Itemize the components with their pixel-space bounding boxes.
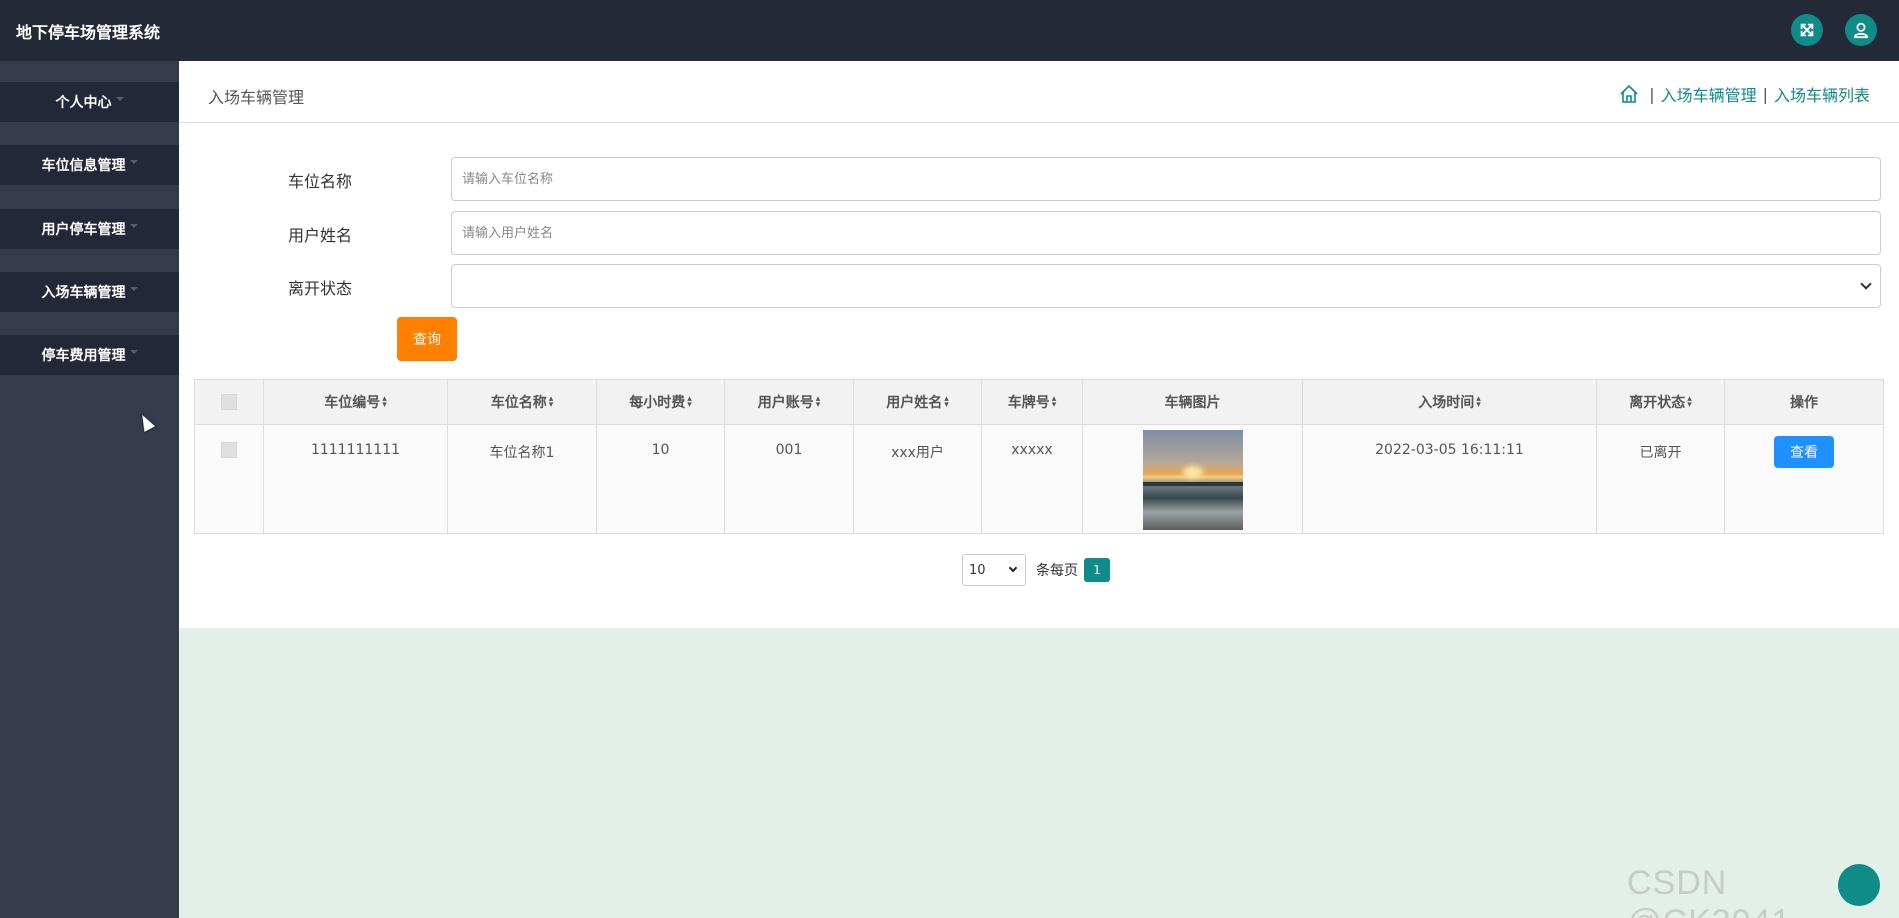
sidebar-item-vehicle-entry[interactable]: 入场车辆管理: [0, 272, 179, 312]
chevron-down-icon: [1008, 563, 1018, 573]
sidebar-item-label: 车位信息管理: [41, 158, 126, 174]
page-title: 入场车辆管理: [208, 88, 305, 107]
sidebar-item-label: 停车费用管理: [41, 348, 126, 364]
fullscreen-button[interactable]: [1791, 14, 1823, 46]
header-account[interactable]: 用户账号 ▴ ▾: [725, 380, 854, 424]
header-user-name[interactable]: 用户姓名 ▴ ▾: [854, 380, 982, 424]
header-label: 车牌号: [1007, 395, 1050, 411]
breadcrumb-level2[interactable]: 入场车辆列表: [1774, 82, 1870, 106]
header-vehicle-image: 车辆图片: [1083, 380, 1303, 424]
user-button[interactable]: [1845, 14, 1877, 46]
leave-status-select[interactable]: [451, 264, 1881, 308]
sort-icon: ▴ ▾: [944, 394, 949, 410]
sidebar-item-label: 个人中心: [55, 95, 112, 111]
user-name-input[interactable]: [451, 211, 1881, 255]
header-label: 车辆图片: [1164, 395, 1221, 411]
header-label: 离开状态: [1629, 395, 1686, 411]
cell-status: 已离开: [1597, 425, 1725, 533]
breadcrumb-separator: |: [1762, 84, 1768, 104]
pagination: 10 条每页 1: [962, 554, 1110, 586]
breadcrumb-separator: |: [1649, 84, 1655, 104]
cell-account: 001: [725, 425, 854, 533]
header-entry-time[interactable]: 入场时间 ▴ ▾: [1303, 380, 1597, 424]
cell-action: 查看: [1725, 425, 1883, 533]
page-header: 入场车辆管理 | 入场车辆管理 | 入场车辆列表: [179, 61, 1899, 123]
page-size-label: 条每页: [1036, 563, 1078, 579]
cell-plate: xxxxx: [982, 425, 1083, 533]
table-row: 1111111111 车位名称1 10 001 xxx用户 xxxxx 2022…: [195, 425, 1883, 533]
sidebar: 个人中心 车位信息管理 用户停车管理 入场车辆管理 停车费用管理: [0, 61, 179, 918]
header-label: 操作: [1790, 395, 1818, 411]
sort-icon: ▴ ▾: [1687, 394, 1692, 410]
cell-space-name: 车位名称1: [448, 425, 597, 533]
cell-hourly-fee: 10: [597, 425, 725, 533]
space-name-label: 车位名称: [288, 172, 353, 191]
header-space-name[interactable]: 车位名称 ▴ ▾: [448, 380, 597, 424]
header-status[interactable]: 离开状态 ▴ ▾: [1597, 380, 1725, 424]
caret-down-icon: [129, 224, 138, 228]
breadcrumb-level1[interactable]: 入场车辆管理: [1661, 82, 1757, 106]
caret-down-icon: [115, 97, 124, 101]
caret-down-icon: [129, 160, 138, 164]
caret-down-icon: [129, 287, 138, 291]
header-action: 操作: [1725, 380, 1883, 424]
caret-down-icon: [129, 350, 138, 354]
sidebar-item-user-parking[interactable]: 用户停车管理: [0, 209, 179, 249]
vehicle-table: 车位编号 ▴ ▾ 车位名称 ▴ ▾ 每小时费 ▴ ▾ 用户账号 ▴ ▾ 用户姓名 ▴ ▾ 车牌号 ▴ ▾…: [194, 379, 1884, 534]
header-label: 入场时间: [1418, 395, 1475, 411]
cell-vehicle-image: [1083, 425, 1303, 533]
header-label: 用户姓名: [886, 395, 943, 411]
view-button[interactable]: 查看: [1774, 436, 1834, 468]
sort-icon: ▴ ▾: [382, 394, 387, 410]
watermark: CSDN @CK3041: [1627, 864, 1790, 918]
vehicle-image: [1142, 430, 1243, 530]
cell-entry-time: 2022-03-05 16:11:11: [1303, 425, 1597, 533]
header-label: 每小时费: [629, 395, 686, 411]
sort-icon: ▴ ▾: [1476, 394, 1481, 410]
space-name-input[interactable]: [451, 157, 1881, 201]
row-select-cell: [195, 425, 264, 533]
sort-icon: ▴ ▾: [1051, 394, 1057, 410]
expand-icon: [1800, 23, 1814, 37]
header-label: 车位名称: [490, 395, 547, 411]
sort-icon: ▴ ▾: [687, 394, 692, 410]
user-name-label: 用户姓名: [288, 226, 353, 245]
page-size-value: 10: [969, 563, 986, 578]
cell-space-no: 1111111111: [264, 425, 448, 533]
query-button[interactable]: 查询: [397, 317, 457, 361]
user-icon: [1853, 22, 1869, 39]
page-size-select[interactable]: 10: [962, 554, 1026, 586]
header-label: 车位编号: [324, 395, 381, 411]
chevron-down-icon: [1860, 278, 1872, 290]
sort-icon: ▴ ▾: [815, 394, 821, 410]
top-bar: 地下停车场管理系统: [0, 0, 1899, 61]
breadcrumb: | 入场车辆管理 | 入场车辆列表: [1619, 82, 1870, 106]
cell-user-name: xxx用户: [854, 425, 982, 533]
header-plate[interactable]: 车牌号 ▴ ▾: [982, 380, 1083, 424]
select-all-checkbox[interactable]: [221, 394, 237, 410]
header-label: 用户账号: [757, 395, 814, 411]
row-checkbox[interactable]: [221, 442, 237, 458]
header-hourly-fee[interactable]: 每小时费 ▴ ▾: [597, 380, 725, 424]
sidebar-item-label: 用户停车管理: [41, 222, 126, 238]
sort-icon: ▴ ▾: [548, 394, 554, 410]
leave-status-label: 离开状态: [288, 279, 353, 298]
table-header: 车位编号 ▴ ▾ 车位名称 ▴ ▾ 每小时费 ▴ ▾ 用户账号 ▴ ▾ 用户姓名 ▴ ▾ 车牌号 ▴ ▾…: [195, 380, 1883, 425]
page-button-current[interactable]: 1: [1084, 558, 1110, 582]
home-icon[interactable]: [1619, 84, 1639, 104]
app-title: 地下停车场管理系统: [16, 23, 161, 42]
sidebar-item-personal-center[interactable]: 个人中心: [0, 82, 179, 122]
header-select-all: [195, 380, 264, 424]
header-space-no[interactable]: 车位编号 ▴ ▾: [264, 380, 448, 424]
sidebar-item-space-info[interactable]: 车位信息管理: [0, 145, 179, 185]
main-panel: 入场车辆管理 | 入场车辆管理 | 入场车辆列表 车位名称 用户姓名 离开状态 …: [179, 61, 1899, 628]
sidebar-item-parking-fee[interactable]: 停车费用管理: [0, 335, 179, 375]
sidebar-item-label: 入场车辆管理: [41, 285, 126, 301]
